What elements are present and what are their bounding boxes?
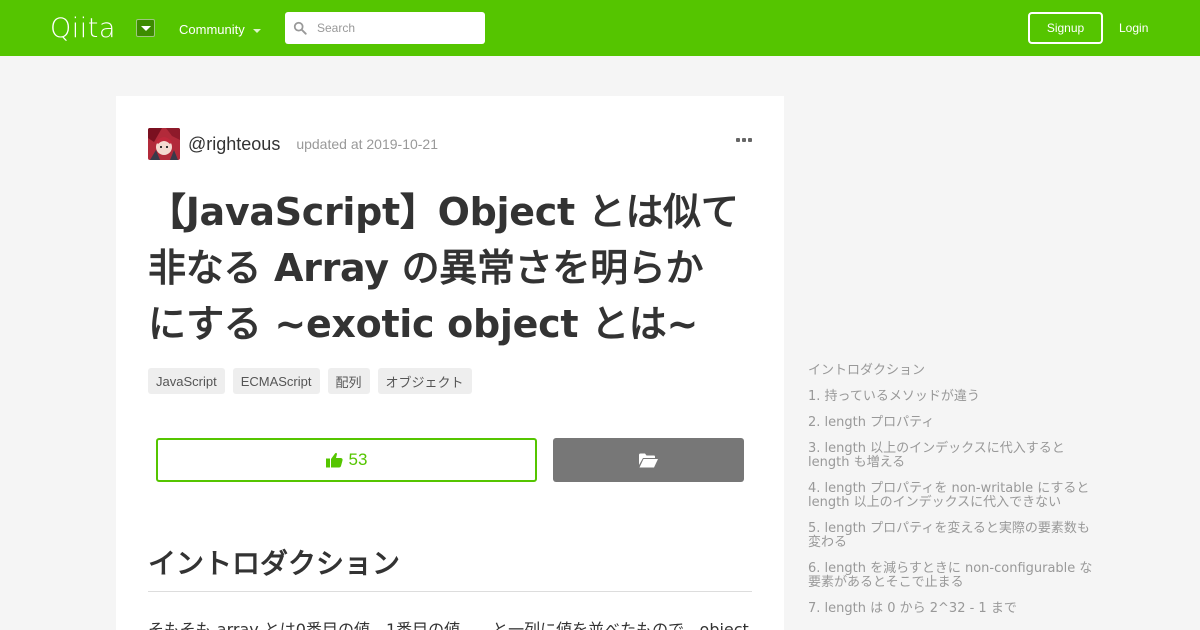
tag-ecmascript[interactable]: ECMAScript [232,368,320,394]
tag-object[interactable]: オブジェクト [377,368,472,394]
tag-javascript[interactable]: JavaScript [148,368,225,394]
community-label: Community [179,22,245,37]
chevron-down-icon [252,28,261,33]
article-body-text: そもそも array とは0番目の値、1番目の値、…と一列に値を並べたもので、o… [148,620,749,630]
updated-date: updated at 2019-10-21 [296,136,439,152]
qiita-logo[interactable]: Qiita [50,13,116,44]
community-menu[interactable]: Community [179,22,261,37]
folder-open-icon [639,453,658,467]
search-icon [293,21,307,35]
more-options-icon[interactable] [736,138,752,142]
toc-item[interactable]: 4. length プロパティを non-writable にすると lengt… [808,482,1098,510]
title-line: 【JavaScript】Object とは似て [148,190,739,234]
tag-array[interactable]: 配列 [327,368,370,394]
site-header: Qiita Community Signup Login [0,0,1200,56]
toc-item[interactable]: 1. 持っているメソッドが違う [808,390,1098,404]
thumbs-up-icon [325,452,343,468]
section-heading: イントロダクション [148,544,752,592]
like-button[interactable]: 53 [156,438,537,482]
logo-menu-caret-icon[interactable] [136,19,155,37]
tag-list: JavaScript ECMAScript 配列 オブジェクト [148,368,472,394]
signup-button[interactable]: Signup [1028,12,1103,44]
toc-item[interactable]: 3. length 以上のインデックスに代入すると length も増える [808,442,1098,470]
article-title: 【JavaScript】Object とは似て 非なる Array の異常さを明… [148,184,752,352]
title-line: にする ~exotic object とは~ [148,302,699,346]
search-box[interactable] [285,12,485,44]
toc-item[interactable]: 5. length プロパティを変えると実際の要素数も変わる [808,522,1098,550]
table-of-contents: イントロダクション 1. 持っているメソッドが違う 2. length プロパテ… [808,364,1098,628]
author-username[interactable]: @righteous [188,134,280,155]
author-row: @righteous updated at 2019-10-21 [148,128,752,160]
toc-item[interactable]: 2. length プロパティ [808,416,1098,430]
like-count: 53 [348,450,368,469]
title-line: 非なる Array の異常さを明らか [148,246,704,290]
avatar[interactable] [148,128,180,160]
article-card: @righteous updated at 2019-10-21 【JavaSc… [116,96,784,630]
stock-button[interactable] [553,438,744,482]
search-input[interactable] [317,21,477,35]
login-link[interactable]: Login [1119,21,1148,35]
toc-item[interactable]: イントロダクション [808,364,1098,378]
toc-item[interactable]: 6. length を減らすときに non-configurable な要素があ… [808,562,1098,590]
toc-item[interactable]: 7. length は 0 から 2^32 - 1 まで [808,602,1098,616]
